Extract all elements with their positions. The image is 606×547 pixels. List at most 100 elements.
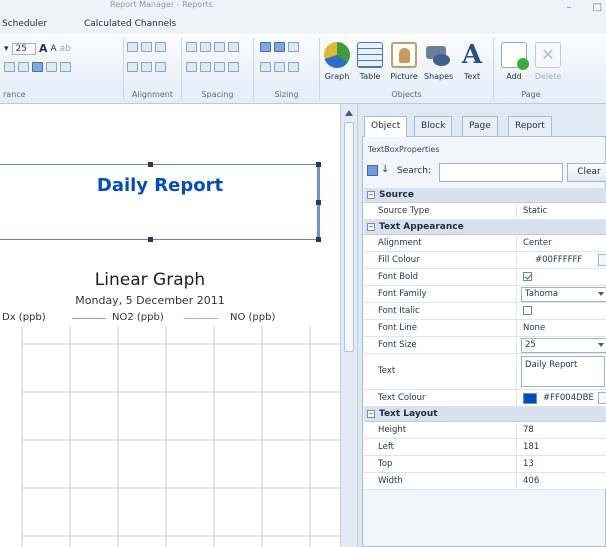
font-size-select[interactable]: 25 bbox=[521, 338, 606, 353]
colour-picker-button[interactable] bbox=[598, 392, 606, 404]
font-dropdown-arrow[interactable]: ▾ bbox=[4, 44, 9, 54]
prop-alignment[interactable]: Alignment Center bbox=[364, 235, 606, 252]
decrease-spacing-icon[interactable] bbox=[214, 42, 225, 52]
category-text-layout[interactable]: − Text Layout bbox=[364, 407, 606, 422]
prop-value[interactable]: Center bbox=[516, 235, 606, 251]
increase-vspacing-icon[interactable] bbox=[200, 62, 211, 72]
align-center-edge-icon[interactable] bbox=[141, 62, 152, 72]
font-bold-checkbox[interactable] bbox=[523, 272, 532, 281]
graph-button[interactable]: Graph bbox=[323, 42, 351, 81]
prop-top[interactable]: Top 13 bbox=[364, 456, 606, 473]
tab-report[interactable]: Report bbox=[508, 116, 552, 136]
prop-value[interactable]: 406 bbox=[516, 473, 606, 489]
shapes-button[interactable]: Shapes bbox=[424, 42, 453, 81]
fit-height-icon[interactable] bbox=[274, 62, 285, 72]
graph-plot-area[interactable] bbox=[0, 326, 340, 547]
space-horizontal-icon[interactable] bbox=[186, 42, 197, 52]
collapse-icon[interactable]: − bbox=[367, 410, 375, 418]
align-bottom-icon[interactable] bbox=[155, 42, 166, 52]
colour-picker-button[interactable] bbox=[598, 254, 606, 266]
prop-value[interactable] bbox=[516, 303, 606, 319]
property-search-input[interactable] bbox=[439, 163, 563, 182]
grow-font-button[interactable]: A bbox=[39, 42, 48, 55]
prop-value[interactable] bbox=[516, 269, 606, 285]
same-size-icon[interactable] bbox=[288, 42, 299, 52]
prop-height[interactable]: Height 78 bbox=[364, 422, 606, 439]
prop-source-type[interactable]: Source Type Static bbox=[364, 203, 606, 220]
text-button[interactable]: A Text bbox=[458, 42, 486, 81]
tab-block[interactable]: Block bbox=[414, 116, 453, 136]
align-right-edge-icon[interactable] bbox=[155, 62, 166, 72]
prop-text[interactable]: Text Daily Report bbox=[364, 354, 606, 390]
scroll-up-icon[interactable] bbox=[344, 109, 354, 117]
collapse-icon[interactable]: − bbox=[367, 223, 375, 231]
font-italic-checkbox[interactable] bbox=[523, 306, 532, 315]
align-left-edge-icon[interactable] bbox=[127, 62, 138, 72]
minimize-button[interactable]: – bbox=[566, 2, 571, 13]
fit-width-icon[interactable] bbox=[260, 62, 271, 72]
prop-font-family[interactable]: Font Family Tahoma bbox=[364, 286, 606, 303]
clear-format-button[interactable]: ab bbox=[60, 44, 71, 54]
remove-spacing-icon[interactable] bbox=[228, 42, 239, 52]
prop-value[interactable]: Daily Report bbox=[516, 354, 606, 389]
prop-width[interactable]: Width 406 bbox=[364, 473, 606, 490]
prop-left[interactable]: Left 181 bbox=[364, 439, 606, 456]
font-family-select[interactable]: Tahoma bbox=[521, 287, 606, 302]
resize-handle-bottom-right[interactable] bbox=[316, 237, 321, 242]
space-vertical-icon[interactable] bbox=[186, 62, 197, 72]
justify-icon[interactable] bbox=[60, 62, 71, 72]
decrease-vspacing-icon[interactable] bbox=[214, 62, 225, 72]
report-canvas[interactable]: Daily Report Linear Graph Monday, 5 Dece… bbox=[0, 104, 340, 547]
report-title-textbox[interactable]: Daily Report bbox=[0, 162, 321, 242]
align-middle-icon[interactable] bbox=[141, 42, 152, 52]
prop-value[interactable]: 78 bbox=[516, 422, 606, 438]
collapse-icon[interactable]: − bbox=[367, 191, 375, 199]
prop-value[interactable]: #FF004DBE bbox=[516, 390, 606, 406]
text-colour-swatch[interactable] bbox=[523, 393, 537, 404]
prop-value[interactable]: 181 bbox=[516, 439, 606, 455]
fit-size-icon[interactable] bbox=[288, 62, 299, 72]
resize-handle-bottom[interactable] bbox=[148, 237, 153, 242]
add-page-button[interactable]: Add bbox=[500, 42, 529, 81]
prop-value[interactable]: 25 bbox=[516, 337, 606, 353]
tab-object[interactable]: Object bbox=[364, 116, 408, 137]
font-size-select[interactable]: 25 bbox=[11, 42, 36, 55]
tab-scheduler[interactable]: Scheduler bbox=[2, 19, 47, 29]
clear-search-button[interactable]: Clear bbox=[567, 163, 606, 182]
resize-handle-top-right[interactable] bbox=[316, 162, 321, 167]
increase-spacing-icon[interactable] bbox=[200, 42, 211, 52]
table-button[interactable]: Table bbox=[356, 42, 384, 81]
prop-value[interactable]: 13 bbox=[516, 456, 606, 472]
prop-text-colour[interactable]: Text Colour #FF004DBE bbox=[364, 390, 606, 407]
canvas-scrollbar[interactable] bbox=[340, 104, 358, 547]
align-center-icon[interactable] bbox=[32, 62, 43, 72]
prop-fill-colour[interactable]: Fill Colour #00FFFFFF bbox=[364, 252, 606, 269]
prop-value[interactable]: Static bbox=[516, 203, 606, 219]
align-left-icon[interactable] bbox=[18, 62, 29, 72]
same-height-icon[interactable] bbox=[274, 42, 285, 52]
tab-page[interactable]: Page bbox=[462, 116, 498, 136]
scroll-thumb[interactable] bbox=[344, 122, 354, 352]
align-right-icon[interactable] bbox=[46, 62, 57, 72]
brush-icon[interactable] bbox=[4, 62, 15, 72]
prop-value[interactable]: Tahoma bbox=[516, 286, 606, 302]
prop-font-size[interactable]: Font Size 25 bbox=[364, 337, 606, 354]
prop-font-italic[interactable]: Font Italic bbox=[364, 303, 606, 320]
sort-alphabetical-icon[interactable]: ↓ bbox=[381, 164, 389, 175]
resize-handle-top[interactable] bbox=[148, 162, 153, 167]
shrink-font-button[interactable]: A bbox=[51, 44, 57, 54]
category-source[interactable]: − Source bbox=[364, 188, 606, 203]
prop-font-bold[interactable]: Font Bold bbox=[364, 269, 606, 286]
picture-button[interactable]: Picture bbox=[390, 42, 418, 81]
delete-page-button[interactable]: ✕ Delete bbox=[534, 42, 562, 81]
prop-value[interactable]: #00FFFFFF bbox=[516, 252, 606, 268]
resize-handle-right[interactable] bbox=[316, 200, 321, 205]
same-width-icon[interactable] bbox=[260, 42, 271, 52]
text-value-field[interactable]: Daily Report bbox=[521, 356, 605, 387]
categorized-view-icon[interactable] bbox=[367, 165, 378, 176]
remove-vspacing-icon[interactable] bbox=[228, 62, 239, 72]
tab-calculated-channels[interactable]: Calculated Channels bbox=[84, 19, 176, 29]
align-top-icon[interactable] bbox=[127, 42, 138, 52]
prop-font-line[interactable]: Font Line None bbox=[364, 320, 606, 337]
prop-value[interactable]: None bbox=[516, 320, 606, 336]
